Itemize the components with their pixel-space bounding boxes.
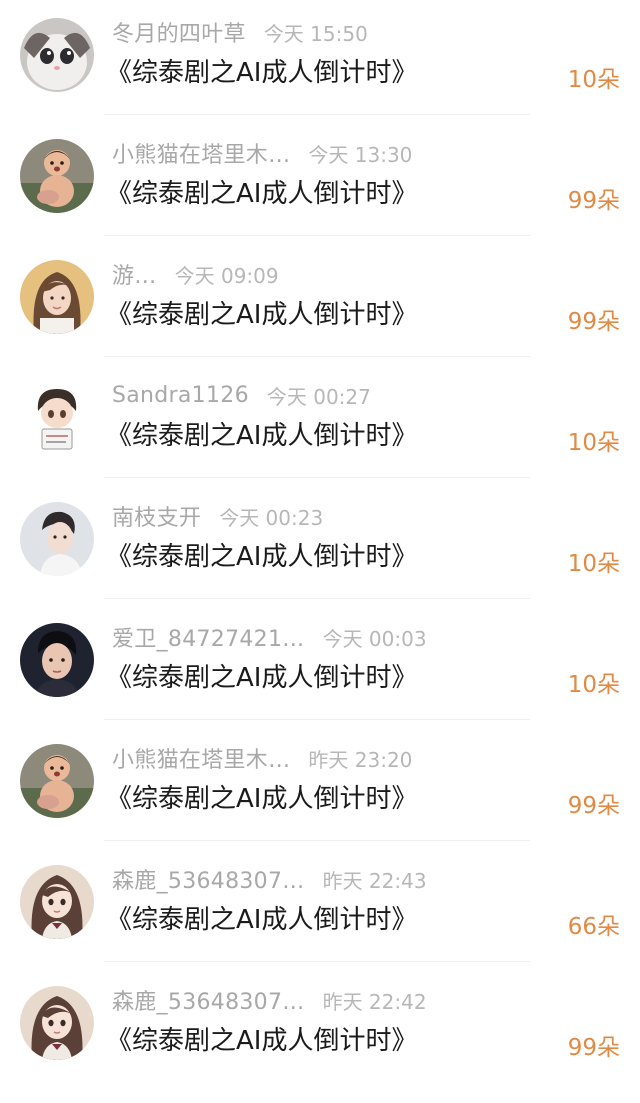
message-meta: 冬月的四叶草 今天 15:50 <box>112 14 368 50</box>
message-text: 《综泰剧之AI成人倒计时》 <box>106 300 418 330</box>
message-text: 《综泰剧之AI成人倒计时》 <box>106 905 418 935</box>
list-item[interactable]: 森鹿_53648307… 昨天 22:42 《综泰剧之AI成人倒计时》 99朵 <box>0 982 640 1103</box>
message-meta: 小熊猫在塔里木… 今天 13:30 <box>112 135 412 171</box>
sender-name[interactable]: 南枝支开 <box>112 500 201 532</box>
divider <box>104 719 530 720</box>
message-meta: 南枝支开 今天 00:23 <box>112 498 323 534</box>
divider <box>104 114 530 115</box>
baby-avatar-icon[interactable] <box>20 744 94 818</box>
divider <box>104 598 530 599</box>
message-text: 《综泰剧之AI成人倒计时》 <box>106 58 418 88</box>
sender-name[interactable]: 小熊猫在塔里木… <box>112 742 290 774</box>
dark-portrait-avatar-icon[interactable] <box>20 623 94 697</box>
gift-count: 99朵 <box>567 793 620 819</box>
gift-count: 99朵 <box>567 188 620 214</box>
divider <box>104 477 530 478</box>
message-meta: 游… 今天 09:09 <box>112 256 279 292</box>
sender-name[interactable]: 爱卫_84727421… <box>112 621 305 653</box>
list-item[interactable]: 小熊猫在塔里木… 昨天 23:20 《综泰剧之AI成人倒计时》 99朵 <box>0 740 640 861</box>
message-time: 今天 13:30 <box>308 142 413 167</box>
message-time: 今天 09:09 <box>174 263 279 288</box>
man-photo-avatar-icon[interactable] <box>20 502 94 576</box>
list-item[interactable]: 冬月的四叶草 今天 15:50 《综泰剧之AI成人倒计时》 10朵 <box>0 14 640 135</box>
message-text: 《综泰剧之AI成人倒计时》 <box>106 1026 418 1056</box>
gift-count: 10朵 <box>567 430 620 456</box>
list-item[interactable]: 小熊猫在塔里木… 今天 13:30 《综泰剧之AI成人倒计时》 99朵 <box>0 135 640 256</box>
message-time: 昨天 22:42 <box>322 989 427 1014</box>
message-time: 今天 00:27 <box>266 384 371 409</box>
message-meta: 森鹿_53648307… 昨天 22:42 <box>112 982 427 1018</box>
divider <box>104 356 530 357</box>
list-item[interactable]: Sandra1126 今天 00:27 《综泰剧之AI成人倒计时》 10朵 <box>0 377 640 498</box>
list-item[interactable]: 南枝支开 今天 00:23 《综泰剧之AI成人倒计时》 10朵 <box>0 498 640 619</box>
gift-count: 99朵 <box>567 1035 620 1061</box>
message-time: 今天 00:03 <box>322 626 427 651</box>
sender-name[interactable]: 游… <box>112 258 157 290</box>
list-item[interactable]: 森鹿_53648307… 昨天 22:43 《综泰剧之AI成人倒计时》 66朵 <box>0 861 640 982</box>
girl-photo-avatar-icon[interactable] <box>20 260 94 334</box>
divider <box>104 840 530 841</box>
gift-message-list: 冬月的四叶草 今天 15:50 《综泰剧之AI成人倒计时》 10朵 小熊猫在塔里… <box>0 0 640 1070</box>
sender-name[interactable]: Sandra1126 <box>112 383 249 408</box>
message-meta: Sandra1126 今天 00:27 <box>112 377 371 413</box>
message-meta: 森鹿_53648307… 昨天 22:43 <box>112 861 427 897</box>
gift-count: 10朵 <box>567 672 620 698</box>
divider <box>104 235 530 236</box>
message-text: 《综泰剧之AI成人倒计时》 <box>106 784 418 814</box>
list-item[interactable]: 游… 今天 09:09 《综泰剧之AI成人倒计时》 99朵 <box>0 256 640 377</box>
gift-count: 99朵 <box>567 309 620 335</box>
cat-avatar-icon[interactable] <box>20 18 94 92</box>
message-text: 《综泰剧之AI成人倒计时》 <box>106 421 418 451</box>
message-time: 今天 15:50 <box>263 21 368 46</box>
gift-count: 10朵 <box>567 551 620 577</box>
message-meta: 爱卫_84727421… 今天 00:03 <box>112 619 427 655</box>
sender-name[interactable]: 森鹿_53648307… <box>112 863 305 895</box>
sender-name[interactable]: 冬月的四叶草 <box>112 16 246 48</box>
message-time: 昨天 23:20 <box>308 747 413 772</box>
list-item[interactable]: 爱卫_84727421… 今天 00:03 《综泰剧之AI成人倒计时》 10朵 <box>0 619 640 740</box>
gift-count: 10朵 <box>567 67 620 93</box>
message-time: 今天 00:23 <box>219 505 324 530</box>
cartoon-boy-avatar-icon[interactable] <box>20 381 94 455</box>
message-meta: 小熊猫在塔里木… 昨天 23:20 <box>112 740 412 776</box>
message-text: 《综泰剧之AI成人倒计时》 <box>106 542 418 572</box>
baby-avatar-icon[interactable] <box>20 139 94 213</box>
message-text: 《综泰剧之AI成人倒计时》 <box>106 179 418 209</box>
gift-count: 66朵 <box>567 914 620 940</box>
anime-girl-avatar-icon[interactable] <box>20 865 94 939</box>
divider <box>104 961 530 962</box>
sender-name[interactable]: 小熊猫在塔里木… <box>112 137 290 169</box>
message-time: 昨天 22:43 <box>322 868 427 893</box>
message-text: 《综泰剧之AI成人倒计时》 <box>106 663 418 693</box>
anime-girl-avatar-icon[interactable] <box>20 986 94 1060</box>
sender-name[interactable]: 森鹿_53648307… <box>112 984 305 1016</box>
